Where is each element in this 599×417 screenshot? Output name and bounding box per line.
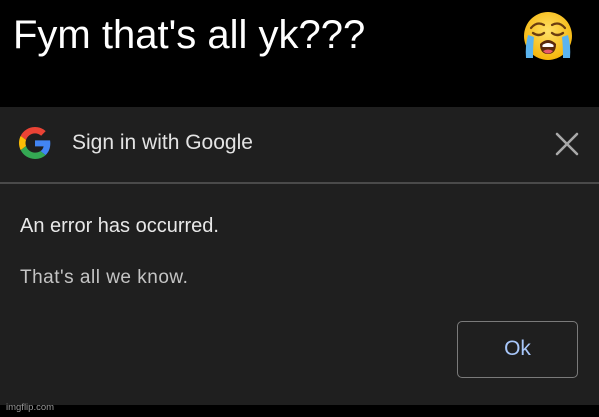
google-g-logo-icon — [19, 127, 51, 159]
dialog-title: Sign in with Google — [72, 131, 253, 154]
error-message: That's all we know. — [20, 267, 189, 288]
imgflip-watermark: imgflip.com — [6, 402, 55, 413]
loudly-crying-face-icon — [524, 12, 572, 60]
ok-button[interactable]: Ok — [457, 321, 578, 378]
sign-in-error-dialog: Sign in with Google An error has occurre… — [0, 107, 599, 405]
header-divider — [0, 182, 599, 184]
dialog-header: Sign in with Google — [0, 107, 599, 182]
meme-caption-area: Fym that's all yk??? — [0, 0, 599, 107]
error-heading: An error has occurred. — [20, 215, 219, 237]
close-x-icon[interactable] — [552, 129, 582, 159]
meme-caption-text: Fym that's all yk??? — [13, 13, 366, 57]
